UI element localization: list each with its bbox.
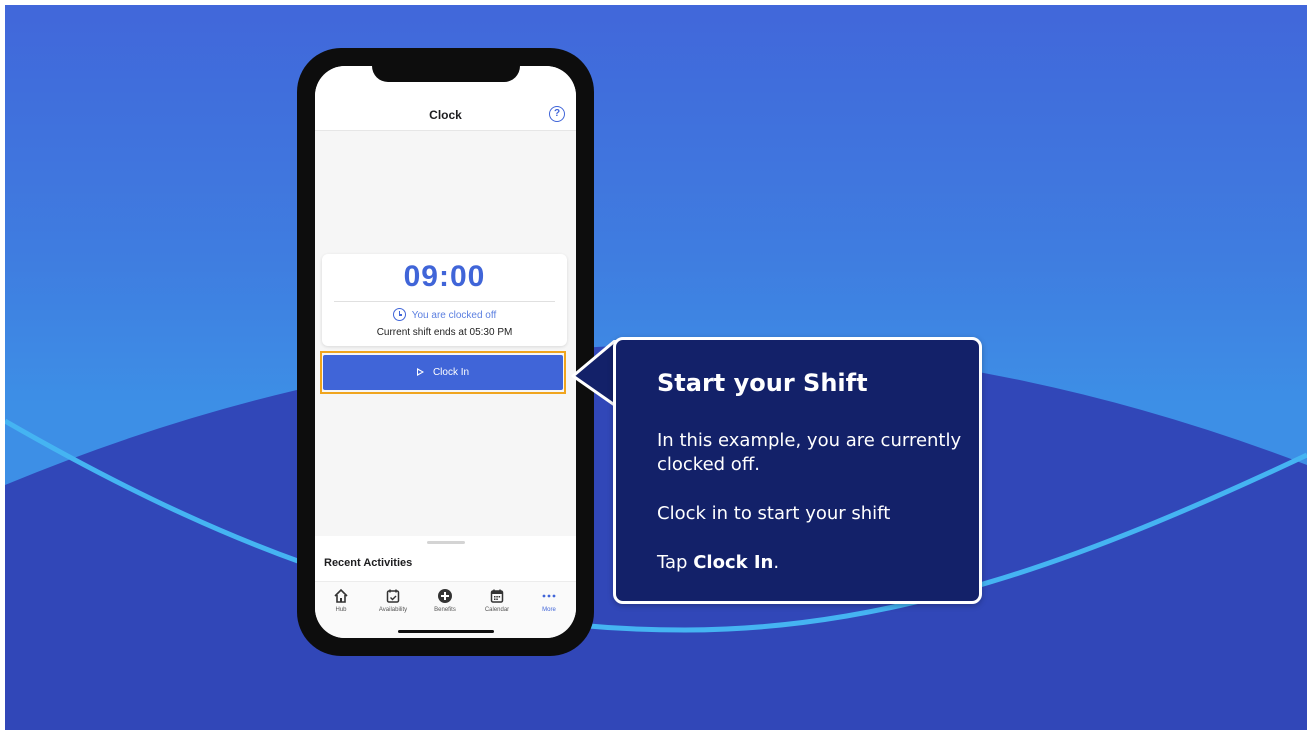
callout-text: Clock in to start your shift	[657, 503, 891, 524]
page-title: Clock	[429, 108, 462, 122]
home-icon	[333, 588, 349, 604]
divider	[334, 301, 555, 302]
clock-status: You are clocked off	[322, 308, 567, 321]
recent-activities-title: Recent Activities	[324, 557, 413, 569]
clock-in-label: Clock In	[432, 367, 470, 378]
clock-in-button[interactable]: Clock In	[323, 355, 563, 390]
tab-more[interactable]: More	[523, 588, 575, 613]
tab-calendar[interactable]: Calendar	[471, 588, 523, 613]
tab-availability[interactable]: Availability	[367, 588, 419, 613]
clock-icon	[392, 308, 406, 321]
callout-text: In this example, you are currently clock…	[657, 430, 962, 475]
play-icon	[416, 368, 424, 376]
tab-label: More	[542, 607, 556, 613]
tab-label: Availability	[378, 607, 408, 613]
phone-screen: Clock ? 09:00 You are clocked off Curren…	[315, 66, 576, 638]
tab-label: Calendar	[484, 607, 510, 613]
shift-end-text: Current shift ends at 05:30 PM	[376, 327, 513, 338]
help-icon[interactable]: ?	[549, 106, 565, 122]
tab-benefits[interactable]: Benefits	[419, 588, 471, 613]
calendar-check-icon	[385, 588, 401, 604]
callout-text: .	[773, 552, 780, 573]
more-icon	[541, 588, 557, 604]
phone-notch	[372, 66, 520, 82]
instruction-callout: Start your Shift In this example, you ar…	[613, 337, 982, 604]
clock-card: 09:00 You are clocked off Current shift …	[322, 254, 567, 346]
clock-status-text: You are clocked off	[411, 310, 497, 321]
callout-text: Tap	[657, 552, 694, 573]
tab-label: Benefits	[434, 607, 456, 613]
plus-circle-icon	[437, 588, 453, 604]
phone-mockup: Clock ? 09:00 You are clocked off Curren…	[297, 48, 594, 656]
calendar-icon	[489, 588, 505, 604]
callout-instruction: Tap Clock In.	[657, 551, 967, 575]
tab-hub[interactable]: Hub	[315, 588, 367, 613]
callout-pointer	[571, 340, 618, 408]
home-indicator	[398, 630, 494, 633]
sheet-handle[interactable]	[427, 541, 465, 544]
callout-bold-text: Clock In	[693, 552, 774, 573]
callout-title: Start your Shift	[657, 369, 868, 397]
clock-time: 09:00	[403, 260, 486, 293]
tab-label: Hub	[335, 607, 347, 613]
